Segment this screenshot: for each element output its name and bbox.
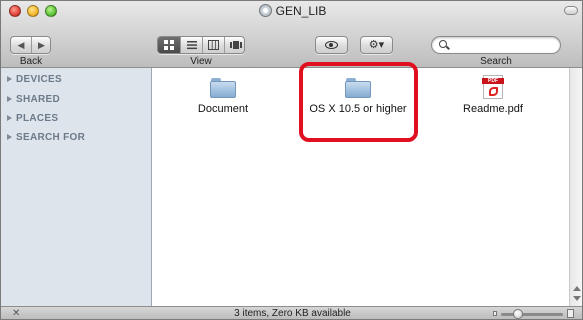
- sidebar-section-shared[interactable]: SHARED: [7, 94, 60, 105]
- status-bar: ✕ 3 items, Zero KB available: [1, 306, 582, 319]
- disclosure-triangle-icon: [7, 115, 12, 121]
- disclosure-triangle-icon: [7, 96, 12, 102]
- icon-view-button[interactable]: [158, 37, 180, 53]
- disclosure-triangle-icon: [7, 76, 12, 82]
- icon-view-icon: [164, 40, 174, 50]
- sidebar-section-places[interactable]: PLACES: [7, 113, 58, 124]
- file-item-label: Readme.pdf: [463, 103, 523, 115]
- finder-window: GEN_LIB ◀ ▶ ⚙▾ Back View Search DEVICES …: [0, 0, 583, 320]
- title-bar: GEN_LIB ◀ ▶ ⚙▾ Back View Search: [1, 1, 582, 68]
- scroll-up-arrow-icon[interactable]: [573, 286, 581, 291]
- search-input[interactable]: [452, 38, 552, 52]
- back-button[interactable]: ◀: [11, 37, 31, 53]
- acrobat-swirl-icon: [489, 87, 498, 96]
- search-label: Search: [480, 56, 512, 67]
- toolbar-toggle-button[interactable]: [564, 6, 578, 15]
- sidebar: DEVICES SHARED PLACES SEARCH FOR: [1, 68, 152, 306]
- quick-look-button[interactable]: [315, 36, 348, 54]
- vertical-scrollbar[interactable]: [569, 68, 582, 306]
- cover-flow-icon: [229, 41, 242, 49]
- disk-icon: [258, 4, 272, 17]
- column-view-icon: [208, 40, 219, 50]
- file-item-label: Document: [197, 103, 249, 115]
- sidebar-section-search-for[interactable]: SEARCH FOR: [7, 132, 85, 143]
- search-field[interactable]: [431, 36, 561, 54]
- sidebar-section-label: DEVICES: [16, 74, 63, 85]
- large-icon-size-icon: [567, 309, 574, 318]
- sidebar-section-label: SHARED: [16, 94, 61, 105]
- forward-button[interactable]: ▶: [31, 37, 51, 53]
- disclosure-triangle-icon: [7, 134, 12, 140]
- pdf-file-icon: PDF: [482, 75, 504, 99]
- pdf-badge: PDF: [482, 78, 504, 84]
- search-icon: [439, 40, 447, 48]
- column-view-button[interactable]: [202, 37, 224, 53]
- view-label: View: [190, 56, 212, 67]
- action-menu-button[interactable]: ⚙▾: [360, 36, 393, 54]
- sidebar-section-label: SEARCH FOR: [16, 132, 86, 143]
- small-icon-size-icon: [493, 311, 497, 316]
- folder-icon: [210, 78, 236, 98]
- list-view-button[interactable]: [180, 37, 202, 53]
- list-view-icon: [186, 41, 197, 50]
- file-item-readme-pdf[interactable]: PDF Readme.pdf: [453, 75, 533, 115]
- red-highlight-box: [299, 62, 418, 142]
- window-title: GEN_LIB: [1, 4, 582, 18]
- view-control: [157, 36, 245, 54]
- scroll-down-arrow-icon[interactable]: [573, 296, 581, 301]
- window-title-text: GEN_LIB: [275, 4, 327, 18]
- eye-icon: [325, 41, 338, 49]
- cover-flow-view-button[interactable]: [224, 37, 246, 53]
- back-label: Back: [19, 56, 43, 67]
- sidebar-section-label: PLACES: [16, 113, 59, 124]
- icon-size-slider[interactable]: [493, 309, 574, 319]
- sidebar-section-devices[interactable]: DEVICES: [7, 74, 62, 85]
- gear-icon: ⚙▾: [368, 39, 385, 51]
- back-forward-control: ◀ ▶: [10, 36, 51, 54]
- slider-knob[interactable]: [513, 309, 523, 319]
- file-item-document[interactable]: Document: [183, 78, 263, 115]
